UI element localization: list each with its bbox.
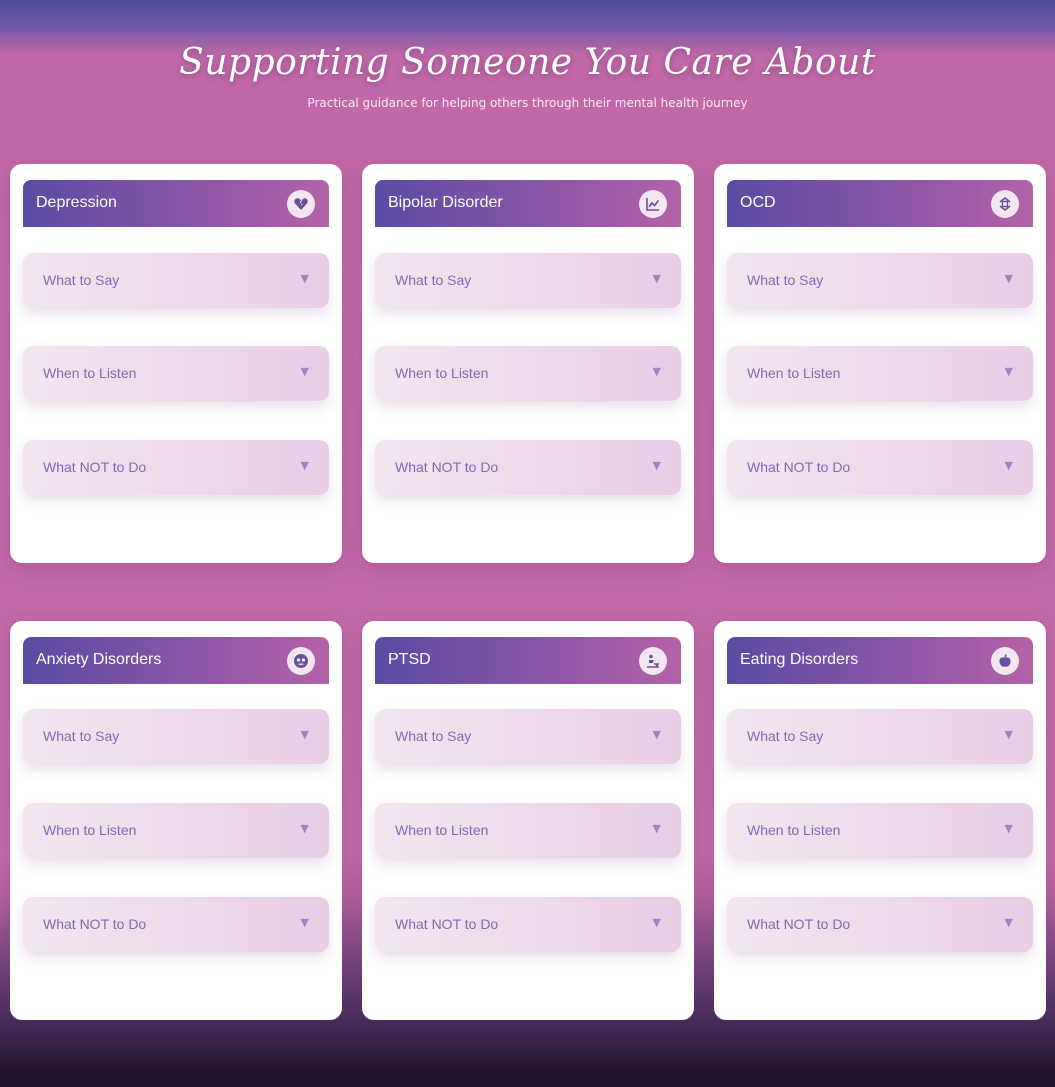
accordion-what-to-say[interactable]: What to Say ▼ [23, 709, 329, 764]
card-bipolar-disorder: Bipolar Disorder What to Say ▼ When to L… [362, 164, 694, 563]
anxious-face-icon [287, 647, 315, 675]
card-header: PTSD [375, 637, 681, 684]
card-header: Anxiety Disorders [23, 637, 329, 684]
card-header: Eating Disorders [727, 637, 1033, 684]
accordion-what-to-say[interactable]: What to Say ▼ [375, 253, 681, 308]
chevron-down-icon: ▼ [300, 728, 309, 741]
card-anxiety-disorders: Anxiety Disorders What to Say ▼ When to … [10, 621, 342, 1020]
chevron-down-icon: ▼ [652, 365, 661, 378]
chevron-down-icon: ▼ [652, 728, 661, 741]
accordion-label: What to Say [43, 728, 120, 744]
chevron-down-icon: ▼ [1004, 272, 1013, 285]
card-eating-disorders: Eating Disorders What to Say ▼ When to L… [714, 621, 1046, 1020]
accordion-what-to-say[interactable]: What to Say ▼ [23, 253, 329, 308]
accordion-label: What NOT to Do [43, 459, 147, 475]
accordion-label: What NOT to Do [747, 459, 851, 475]
chevron-down-icon: ▼ [300, 916, 309, 929]
accordion-label: When to Listen [747, 822, 841, 838]
accordion-when-to-listen[interactable]: When to Listen ▼ [727, 803, 1033, 858]
chevron-down-icon: ▼ [300, 272, 309, 285]
page-subtitle: Practical guidance for helping others th… [307, 96, 748, 110]
recycle-icon [991, 190, 1019, 218]
chevron-down-icon: ▼ [652, 916, 661, 929]
accordion-label: When to Listen [747, 365, 841, 381]
accordion-when-to-listen[interactable]: When to Listen ▼ [375, 803, 681, 858]
broken-heart-icon [287, 190, 315, 218]
accordion-what-to-say[interactable]: What to Say ▼ [727, 709, 1033, 764]
accordion-label: What NOT to Do [395, 459, 499, 475]
chevron-down-icon: ▼ [1004, 916, 1013, 929]
accordion-label: What to Say [395, 728, 472, 744]
accordion-what-not-to-do[interactable]: What NOT to Do ▼ [727, 897, 1033, 952]
chevron-down-icon: ▼ [1004, 728, 1013, 741]
line-chart-icon [639, 190, 667, 218]
chevron-down-icon: ▼ [652, 822, 661, 835]
accordion-when-to-listen[interactable]: When to Listen ▼ [23, 803, 329, 858]
accordion-what-not-to-do[interactable]: What NOT to Do ▼ [727, 440, 1033, 495]
chevron-down-icon: ▼ [1004, 365, 1013, 378]
accordion-label: What NOT to Do [747, 916, 851, 932]
chevron-down-icon: ▼ [652, 459, 661, 472]
card-header: Depression [23, 180, 329, 227]
page-title: Supporting Someone You Care About [179, 42, 876, 83]
person-shield-icon [639, 647, 667, 675]
accordion-when-to-listen[interactable]: When to Listen ▼ [375, 346, 681, 401]
chevron-down-icon: ▼ [1004, 822, 1013, 835]
card-title: PTSD [388, 651, 431, 668]
accordion-what-not-to-do[interactable]: What NOT to Do ▼ [375, 440, 681, 495]
card-title: Depression [36, 194, 117, 211]
card-title: Bipolar Disorder [388, 194, 503, 211]
chevron-down-icon: ▼ [300, 459, 309, 472]
accordion-what-not-to-do[interactable]: What NOT to Do ▼ [23, 440, 329, 495]
accordion-label: When to Listen [43, 365, 137, 381]
accordion-what-to-say[interactable]: What to Say ▼ [727, 253, 1033, 308]
chevron-down-icon: ▼ [1004, 459, 1013, 472]
accordion-label: What to Say [747, 728, 824, 744]
accordion-label: When to Listen [395, 822, 489, 838]
card-title: Anxiety Disorders [36, 651, 162, 668]
card-title: OCD [740, 194, 776, 211]
accordion-label: What NOT to Do [43, 916, 147, 932]
card-title: Eating Disorders [740, 651, 859, 668]
apple-icon [991, 647, 1019, 675]
card-header: Bipolar Disorder [375, 180, 681, 227]
accordion-label: What to Say [747, 272, 824, 288]
page-header: Supporting Someone You Care About Practi… [0, 0, 1055, 130]
accordion-label: What NOT to Do [395, 916, 499, 932]
chevron-down-icon: ▼ [300, 822, 309, 835]
card-ocd: OCD What to Say ▼ When to Listen ▼ What … [714, 164, 1046, 563]
card-header: OCD [727, 180, 1033, 227]
accordion-label: When to Listen [395, 365, 489, 381]
accordion-when-to-listen[interactable]: When to Listen ▼ [727, 346, 1033, 401]
accordion-when-to-listen[interactable]: When to Listen ▼ [23, 346, 329, 401]
accordion-label: When to Listen [43, 822, 137, 838]
accordion-what-not-to-do[interactable]: What NOT to Do ▼ [23, 897, 329, 952]
chevron-down-icon: ▼ [652, 272, 661, 285]
accordion-label: What to Say [395, 272, 472, 288]
card-ptsd: PTSD What to Say ▼ When to Listen ▼ What… [362, 621, 694, 1020]
accordion-label: What to Say [43, 272, 120, 288]
card-depression: Depression What to Say ▼ When to Listen … [10, 164, 342, 563]
accordion-what-to-say[interactable]: What to Say ▼ [375, 709, 681, 764]
chevron-down-icon: ▼ [300, 365, 309, 378]
accordion-what-not-to-do[interactable]: What NOT to Do ▼ [375, 897, 681, 952]
